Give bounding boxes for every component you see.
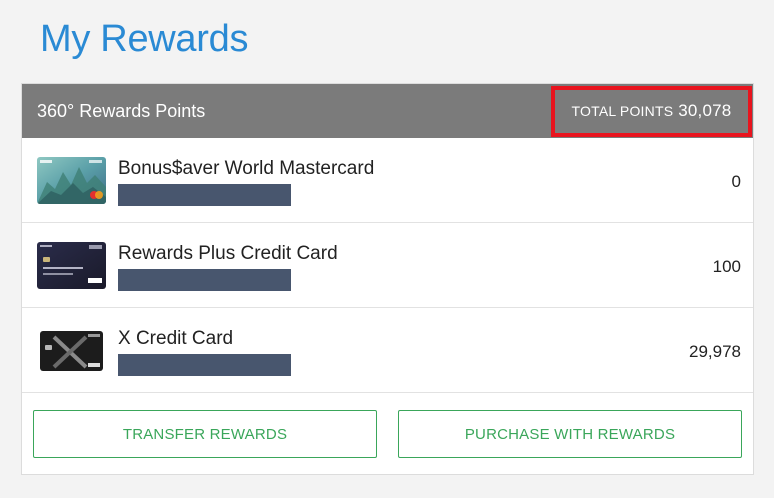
- card-name: Rewards Plus Credit Card: [118, 243, 338, 264]
- rewards-panel: 360° Rewards Points TOTAL POINTS 30,078: [21, 83, 754, 475]
- redacted-card-number: [118, 184, 291, 206]
- x-card-image: [40, 331, 103, 371]
- card-name: X Credit Card: [118, 328, 234, 349]
- total-points-value: 30,078: [678, 101, 732, 120]
- card-points: 0: [731, 172, 741, 191]
- card-row-bonussaver[interactable]: Bonus$aver World Mastercard 0: [22, 138, 753, 223]
- bonussaver-card-image: [37, 157, 106, 204]
- card-row-rewards-plus[interactable]: Rewards Plus Credit Card 100: [22, 223, 753, 308]
- page-title: My Rewards: [40, 18, 249, 60]
- purchase-with-rewards-button[interactable]: PURCHASE WITH REWARDS: [398, 410, 742, 458]
- total-points-box: TOTAL POINTS 30,078: [551, 85, 752, 137]
- card-points: 100: [712, 257, 741, 276]
- card-row-x-card[interactable]: X Credit Card 29,978: [22, 308, 753, 393]
- total-points-label: TOTAL POINTS: [571, 103, 674, 119]
- rewards-plus-card-image: [37, 242, 106, 289]
- transfer-rewards-button[interactable]: TRANSFER REWARDS: [33, 410, 377, 458]
- panel-title: 360° Rewards Points: [37, 100, 206, 121]
- panel-header: 360° Rewards Points TOTAL POINTS 30,078: [22, 84, 753, 138]
- action-buttons: TRANSFER REWARDS PURCHASE WITH REWARDS: [33, 410, 742, 458]
- redacted-card-number: [118, 269, 291, 291]
- redacted-card-number: [118, 354, 291, 376]
- card-points: 29,978: [689, 342, 741, 361]
- card-name: Bonus$aver World Mastercard: [118, 158, 375, 179]
